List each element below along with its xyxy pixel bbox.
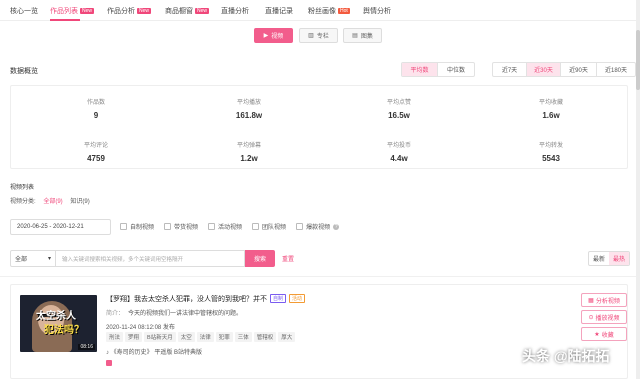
video-description: 简介： 今天的视频我们一讲法律中管辖权的问题。	[106, 311, 243, 317]
chart-icon: ▦	[588, 297, 594, 304]
nav-item-works-list[interactable]: 作品列表 New	[50, 6, 95, 16]
metric-mean-button[interactable]: 平均数	[402, 63, 439, 76]
keyword-tag[interactable]: 厚大	[278, 332, 296, 342]
keyword-tag[interactable]: B站新天月	[144, 332, 176, 342]
video-type-button[interactable]: ▶ 视频	[254, 28, 293, 43]
sort-latest-button[interactable]: 最新	[589, 252, 609, 265]
stat-avg-coins: 平均投币 4.4w	[386, 143, 411, 163]
stat-avg-comments: 平均评论 4759	[83, 143, 108, 163]
stat-works: 作品数 9	[86, 100, 105, 120]
video-title[interactable]: 【罗翔】我去太空杀人犯罪，没人管的到我吧？并不 自制 活动	[106, 294, 306, 304]
divider	[0, 276, 636, 277]
stats-panel: 作品数 9 平均播放 161.8w 平均点赞 16.5w 平均收藏 1.6w 平均评论 4…	[10, 85, 628, 169]
thumbnail-caption-line1: 太空杀人	[36, 311, 76, 322]
sort-hottest-button[interactable]: 最热	[609, 252, 629, 265]
play-video-button[interactable]: ⊙ 播放视频	[581, 310, 627, 324]
metric-toggle: 平均数 中位数	[401, 62, 475, 77]
stat-avg-shares: 平均转发 5543	[538, 143, 563, 163]
scrollbar-thumb[interactable]	[636, 30, 640, 90]
range-30d-button[interactable]: 近30天	[527, 63, 561, 76]
checkbox-commerce[interactable]: 带货视频	[164, 222, 198, 231]
nav-item-live-records[interactable]: 直播记录	[265, 6, 293, 16]
video-list-title: 视频列表	[10, 185, 35, 191]
favorite-button[interactable]: ★ 收藏	[581, 327, 627, 341]
analyze-video-button[interactable]: ▦ 分析视频	[581, 293, 627, 307]
checkbox-viral[interactable]: 爆款视频?	[296, 222, 340, 231]
range-7d-button[interactable]: 近7天	[493, 63, 527, 76]
checkbox-self-made[interactable]: 自制视频	[120, 222, 154, 231]
page: 核心一览 作品列表 New 作品分析 New 商品橱窗 New 直播分析 直播记录 粉…	[0, 0, 636, 379]
stat-avg-likes: 平均点赞 16.5w	[386, 100, 411, 120]
range-toggle: 近7天 近30天 近90天 近180天	[492, 62, 636, 77]
keyword-tag[interactable]: 太空	[177, 332, 195, 342]
stat-avg-danmaku: 平均弹幕 1.2w	[236, 143, 261, 163]
search-scope-select[interactable]: 全部 ▾	[10, 250, 56, 267]
keyword-tag[interactable]: 三体	[234, 332, 252, 342]
self-made-tag: 自制	[270, 294, 287, 303]
category-all[interactable]: 全部(9)	[43, 199, 62, 205]
category-knowledge[interactable]: 知识(9)	[70, 199, 89, 205]
category-filter: 视频分类: 全部(9) 知识(9)	[10, 196, 96, 205]
stat-avg-plays: 平均播放 161.8w	[235, 100, 263, 120]
author-row	[106, 360, 112, 366]
search-button[interactable]: 搜索	[245, 250, 275, 267]
publish-time: 2020-11-24 08:12:08 发布	[106, 325, 175, 331]
play-circle-icon: ⊙	[588, 314, 594, 321]
category-label: 视频分类:	[10, 199, 36, 205]
sort-toggle: 最新 最热	[588, 251, 630, 266]
chevron-down-icon: ▾	[47, 256, 51, 262]
checkbox-team[interactable]: 团队视频	[252, 222, 286, 231]
keyword-tag[interactable]: 犯罪	[215, 332, 233, 342]
keyword-tag[interactable]: 管辖权	[253, 332, 277, 342]
checkbox-activity[interactable]: 活动视频	[208, 222, 242, 231]
nav-item-overview[interactable]: 核心一览	[10, 6, 38, 16]
keyword-tag[interactable]: 罗翔	[125, 332, 143, 342]
background-music: ♪ 《寿司的历史》 平遥版 B站特典版	[106, 350, 203, 356]
active-tab-indicator	[50, 19, 80, 21]
stat-avg-favorites: 平均收藏 1.6w	[538, 100, 563, 120]
new-badge: New	[137, 8, 152, 14]
search-input[interactable]: 输入关键词搜索相关视频，多个关键词用空格隔开	[56, 250, 245, 267]
top-nav: 核心一览 作品列表 New 作品分析 New 商品橱窗 New 直播分析 直播记录 粉…	[0, 0, 636, 21]
video-type-checkboxes: 自制视频 带货视频 活动视频 团队视频 爆款视频?	[120, 222, 340, 231]
keyword-tag[interactable]: 刑法	[106, 332, 124, 342]
range-90d-button[interactable]: 近90天	[561, 63, 597, 76]
gallery-icon: ▤	[352, 33, 358, 39]
help-icon[interactable]: ?	[333, 223, 340, 230]
star-icon: ★	[594, 331, 600, 338]
hot-badge: Hot	[338, 8, 350, 14]
play-icon: ▶	[263, 33, 269, 39]
nav-item-product-window[interactable]: 商品橱窗 New	[165, 6, 210, 16]
range-180d-button[interactable]: 近180天	[597, 63, 635, 76]
keyword-tag[interactable]: 法律	[196, 332, 214, 342]
new-badge: New	[195, 8, 210, 14]
new-badge: New	[80, 8, 95, 14]
reset-link[interactable]: 重置	[282, 254, 294, 263]
page-scrollbar[interactable]	[636, 0, 640, 379]
nav-item-sentiment[interactable]: 舆情分析	[363, 6, 391, 16]
keyword-tags: 刑法 罗翔 B站新天月 太空 法律 犯罪 三体 管辖权 厚大	[106, 332, 296, 342]
lock-icon	[106, 360, 112, 366]
nav-item-works-analysis[interactable]: 作品分析 New	[107, 6, 152, 16]
metric-median-button[interactable]: 中位数	[438, 63, 474, 76]
nav-item-live-analysis[interactable]: 直播分析	[221, 6, 249, 16]
overview-title: 数据概览	[10, 68, 38, 75]
activity-tag: 活动	[289, 294, 306, 303]
video-thumbnail[interactable]: 太空杀人 犯法吗？ 08:16	[20, 295, 97, 352]
date-range-picker[interactable]: 2020-06-25 - 2020-12-21	[10, 219, 111, 235]
thumbnail-caption-line2: 犯法吗？	[44, 325, 84, 336]
watermark: 头条 @陆拓拓	[522, 348, 610, 364]
gallery-type-button[interactable]: ▤ 图集	[343, 28, 382, 43]
column-icon: ▥	[308, 33, 314, 39]
video-duration: 08:16	[78, 344, 95, 350]
column-type-button[interactable]: ▥ 专栏	[299, 28, 338, 43]
nav-item-fan-profile[interactable]: 粉丝画像 Hot	[308, 6, 350, 16]
